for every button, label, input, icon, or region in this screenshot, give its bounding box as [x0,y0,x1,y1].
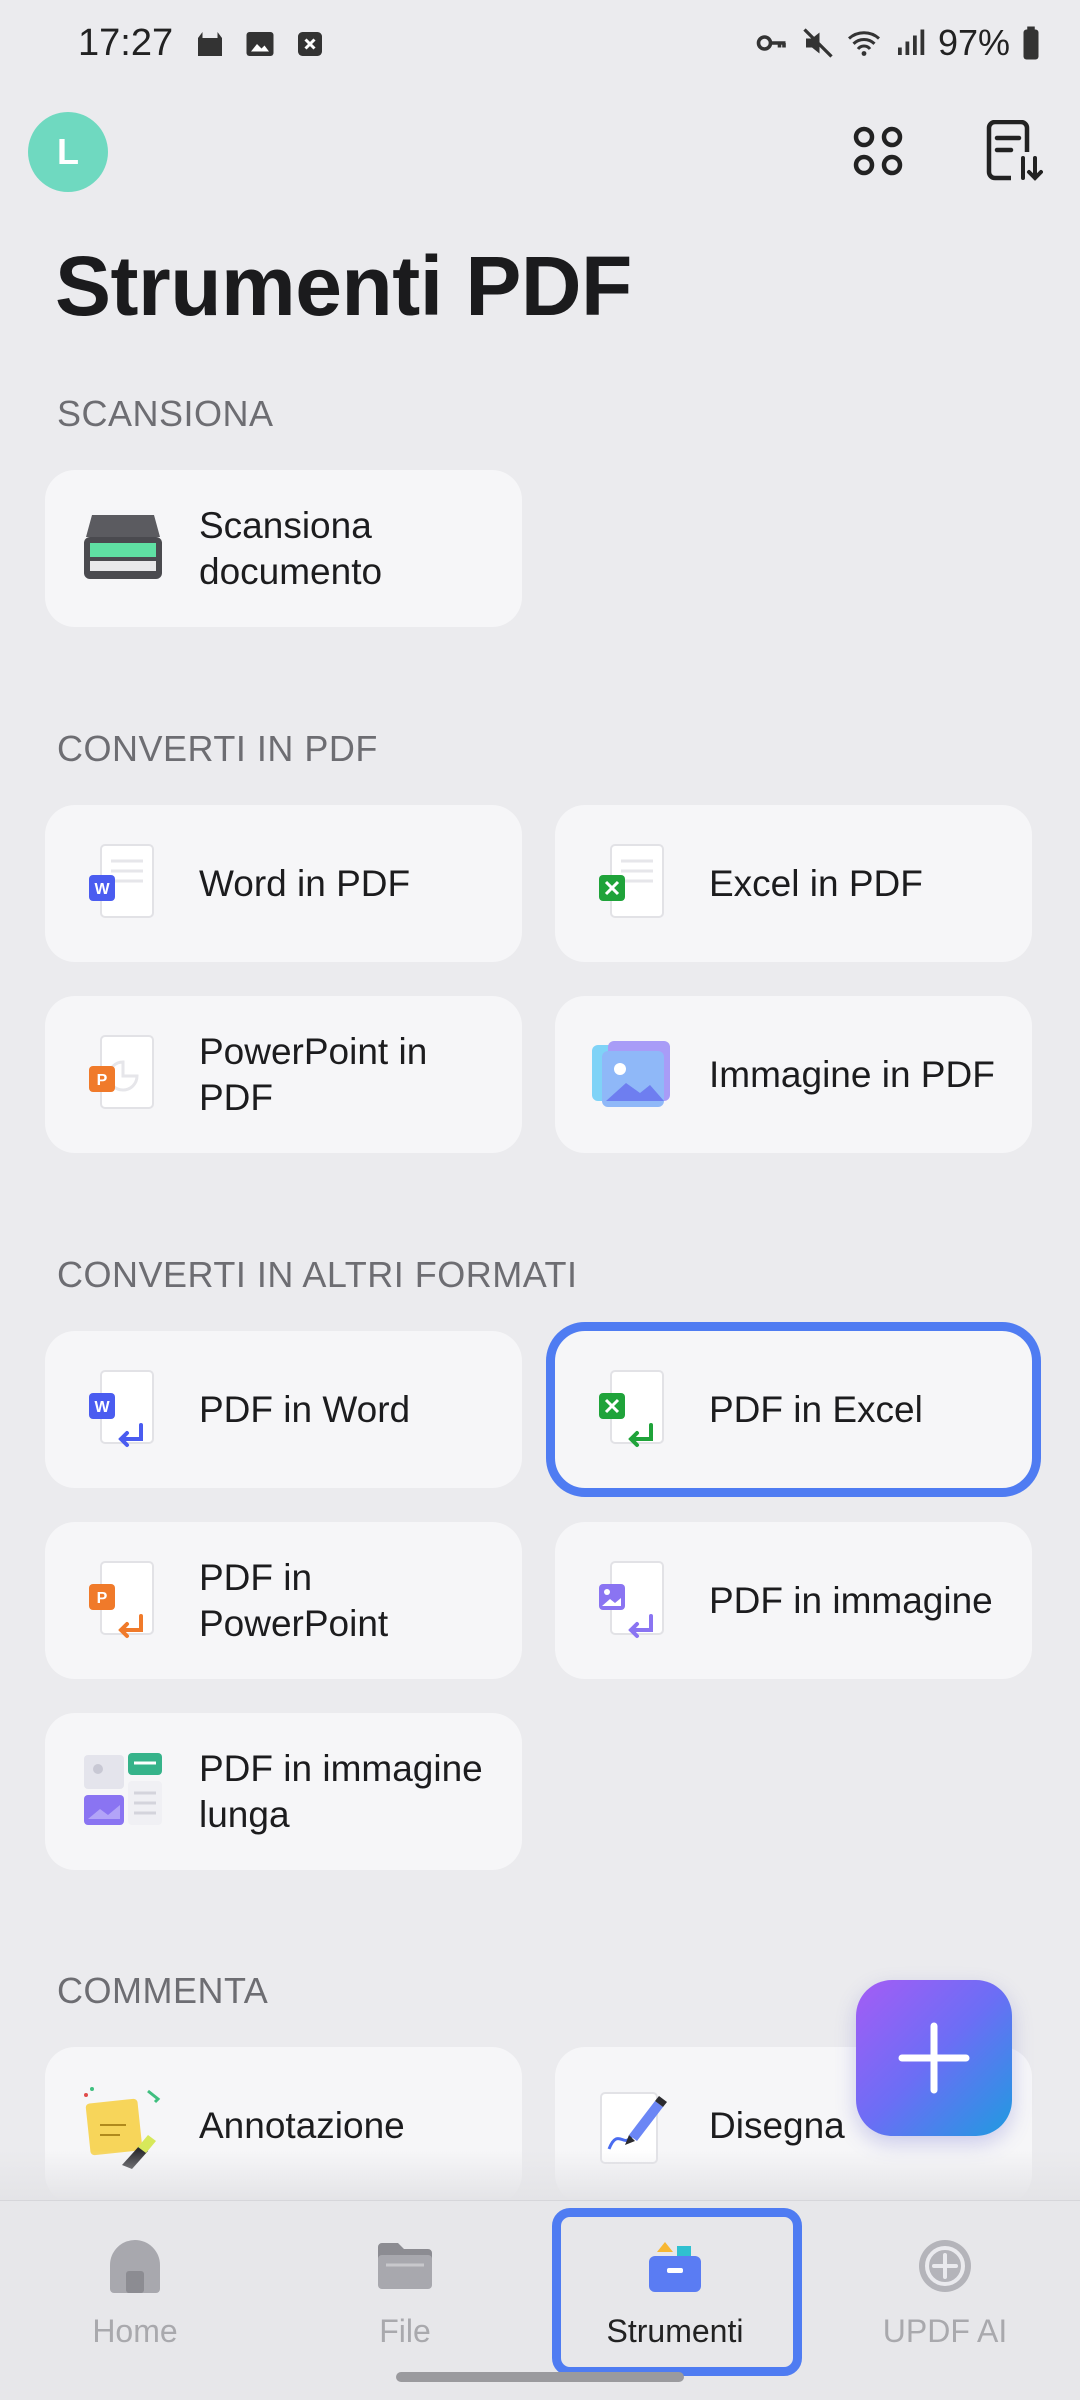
document-sort-icon [986,120,1043,181]
bottom-nav: Home File Strumenti UPDF AI [0,2200,1080,2400]
word-doc-icon: W [75,836,171,932]
gallery-notification-icon [246,32,274,56]
pdf-to-image-icon [585,1553,681,1649]
tile-label-line2: documento [199,550,383,592]
tile-powerpoint-to-pdf[interactable]: P PowerPoint in PDF [45,996,522,1153]
section-label-to-pdf: CONVERTI IN PDF [57,728,378,769]
ai-icon [910,2231,980,2301]
tile-pdf-to-image[interactable]: PDF in immagine [555,1522,1032,1679]
section-label-from-pdf: CONVERTI IN ALTRI FORMATI [57,1254,578,1295]
section-label-scan: SCANSIONA [57,393,274,434]
tile-label: Excel in PDF [709,862,923,904]
tile-label-line2: lunga [199,1793,290,1835]
section-label-comment: COMMENTA [57,1970,269,2011]
nav-label: File [379,2313,431,2349]
close-box-notification-icon [298,32,322,56]
sort-documents-button[interactable] [980,118,1046,184]
nav-file[interactable]: File [295,2231,515,2371]
tile-pdf-to-excel[interactable]: PDF in Excel [546,1322,1041,1497]
avatar[interactable]: L [28,112,108,192]
pdf-to-powerpoint-icon: P [75,1553,171,1649]
tile-label: PDF in [199,1556,313,1598]
image-doc-icon [585,1027,681,1123]
svg-text:P: P [97,1590,108,1607]
gesture-bar[interactable] [396,2372,684,2382]
tile-label: Annotazione [199,2104,405,2146]
tile-label-line2: PDF [199,1076,273,1118]
nav-selection-highlight [552,2208,802,2376]
svg-text:W: W [94,881,110,898]
pdf-to-excel-icon [585,1362,681,1458]
tile-label: Disegna [709,2104,845,2146]
battery-icon [1023,26,1039,60]
tile-pdf-to-powerpoint[interactable]: P PDF in PowerPoint [45,1522,522,1679]
signal-icon [897,29,925,55]
folder-icon [370,2231,440,2301]
nav-home[interactable]: Home [25,2231,245,2371]
tile-pdf-to-word[interactable]: W PDF in Word [45,1331,522,1488]
tile-label: PDF in immagine [199,1747,483,1789]
tile-label: PDF in Excel [709,1388,923,1430]
mute-icon [803,28,833,58]
tile-label: PDF in immagine [709,1579,993,1621]
status-bar: 17:27 97% [0,0,1080,90]
cat-notification-icon [198,32,222,56]
home-icon [100,2231,170,2301]
nav-label: UPDF AI [882,2313,1008,2349]
scanner-icon [75,501,171,597]
tile-scan-document[interactable]: Scansiona documento [45,470,522,627]
battery-percent: 97% [937,22,1010,63]
tile-excel-to-pdf[interactable]: Excel in PDF [555,805,1032,962]
pdf-to-word-icon: W [75,1362,171,1458]
tile-label: PDF in Word [199,1388,411,1430]
nav-updf-ai[interactable]: UPDF AI [835,2231,1055,2371]
pdf-to-long-image-icon [75,1744,171,1840]
wifi-icon [847,31,880,56]
add-button[interactable] [856,1980,1012,2136]
svg-text:W: W [94,1399,110,1416]
excel-doc-icon [585,836,681,932]
key-icon [756,35,786,51]
tile-label: PowerPoint in [199,1030,428,1072]
tile-label: Immagine in PDF [709,1053,995,1095]
status-time: 17:27 [78,22,174,64]
svg-text:P: P [97,1072,108,1089]
powerpoint-doc-icon: P [75,1027,171,1123]
tile-label: Scansiona [199,504,372,546]
nav-label: Home [92,2313,178,2349]
grid-view-button[interactable] [845,118,911,184]
page-title: Strumenti PDF [55,239,632,333]
grid-icon [853,126,903,176]
plus-icon [898,2022,970,2094]
tile-image-to-pdf[interactable]: Immagine in PDF [555,996,1032,1153]
tile-pdf-to-long-image[interactable]: PDF in immagine lunga [45,1713,522,1870]
tile-word-to-pdf[interactable]: W Word in PDF [45,805,522,962]
tile-label: Word in PDF [199,862,411,904]
tile-label-line2: PowerPoint [199,1602,389,1644]
